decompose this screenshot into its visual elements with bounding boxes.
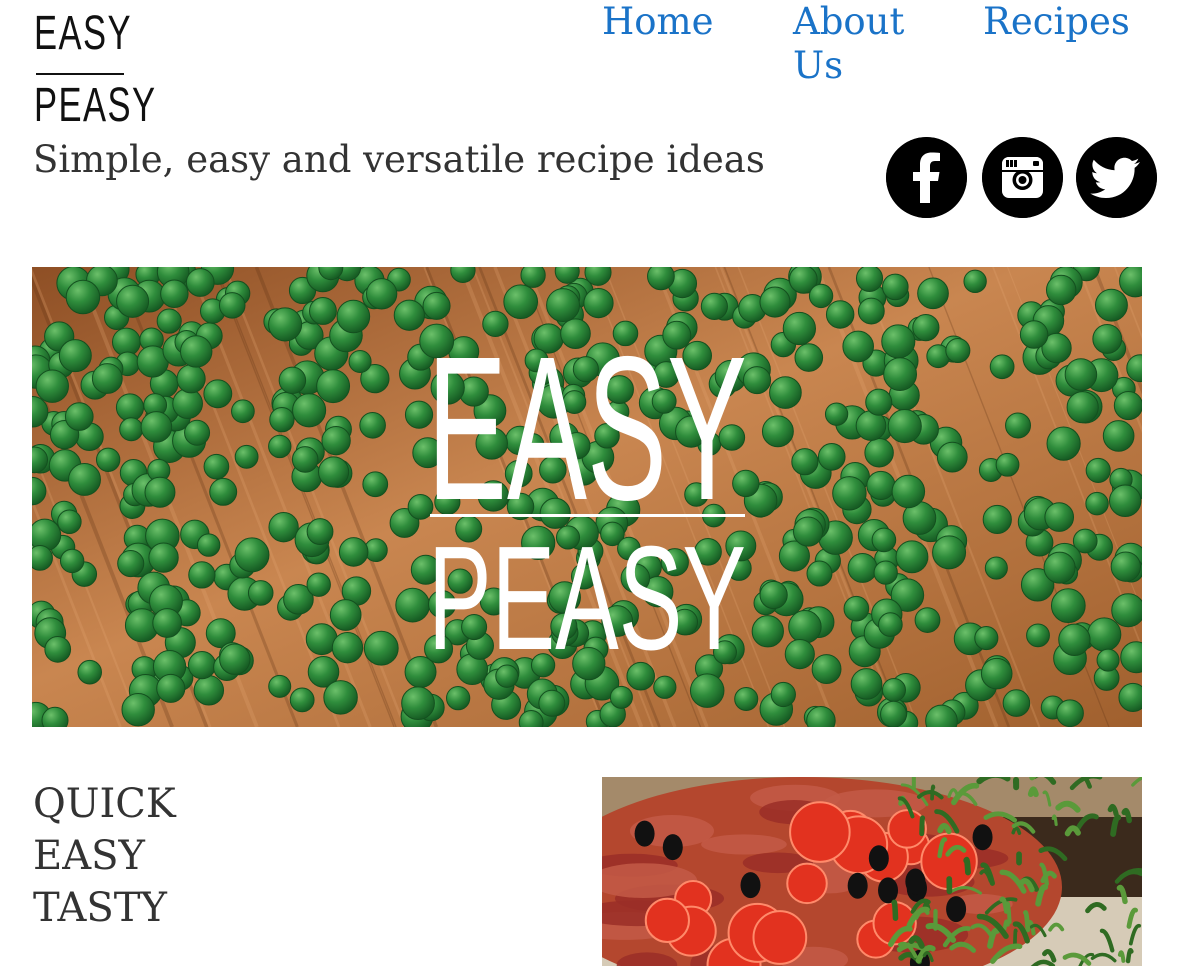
hero-logo-peasy: PEASY [428, 516, 746, 681]
twitter-link[interactable] [1076, 137, 1157, 222]
twitter-icon [1076, 137, 1157, 218]
instagram-link[interactable] [982, 137, 1063, 222]
pizza-photo [602, 777, 1142, 966]
hero-logo: EASY PEASY [427, 314, 747, 681]
pizza-image [602, 777, 1142, 966]
instagram-icon [982, 137, 1063, 218]
nav-link-home[interactable]: Home [602, 0, 714, 44]
main-nav: Home About Us Recipes [0, 0, 1192, 100]
hero-banner: EASY PEASY [32, 267, 1142, 727]
hero-image: EASY PEASY [32, 267, 1142, 727]
nav-link-about-us[interactable]: About Us [793, 0, 933, 88]
facebook-link[interactable] [886, 137, 967, 222]
facebook-icon [886, 137, 967, 218]
slogan-line-tasty: TASTY [33, 885, 167, 931]
slogan: QUICK EASY TASTY [33, 778, 176, 934]
slogan-line-quick: QUICK [33, 781, 176, 827]
slogan-line-easy: EASY [33, 833, 145, 879]
hero-logo-easy: EASY [427, 314, 747, 543]
site-tagline: Simple, easy and versatile recipe ideas [33, 138, 765, 181]
nav-link-recipes[interactable]: Recipes [983, 0, 1130, 44]
